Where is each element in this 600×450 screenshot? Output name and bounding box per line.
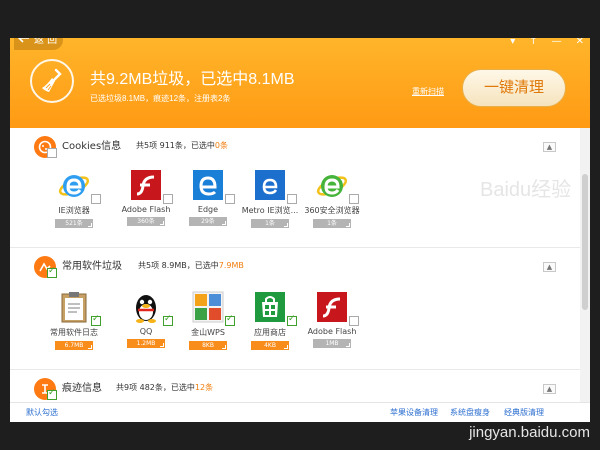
section-traces: 痕迹信息 共9项 482条，已选中12条 ▲ [10,370,580,402]
broom-icon [30,59,74,103]
junk-total-headline: 共9.2MB垃圾，已选中8.1MB [90,71,295,88]
footer-bar: 默认勾选 苹果设备清理 系统盘瘦身 经典版清理 [10,402,590,422]
item-checkbox[interactable] [349,194,359,204]
close-icon[interactable]: ✕ [576,38,584,47]
system-disk-slim-link[interactable]: 系统盘瘦身 [450,407,490,418]
item-label: QQ [139,327,153,336]
item-label: Edge [197,205,219,214]
wps-icon [191,290,235,326]
item-software-log[interactable]: 常用软件日志 6.7MB [42,290,106,350]
item-adobe-flash[interactable]: Adobe Flash 360条 [114,168,178,226]
baidu-watermark: Baidu经验 [480,179,572,201]
result-header: 返 回 ▾ ↑ — ✕ 共9.2MB垃圾，已选中8.1MB 已选垃圾8.1MB，… [10,38,590,128]
back-button[interactable]: 返 回 [14,38,64,50]
flash-icon [315,290,359,326]
item-qq[interactable]: QQ 1.2MB [114,290,178,348]
item-size-badge[interactable]: 29条 [189,217,227,226]
one-click-clean-button[interactable]: 一键清理 [462,69,566,107]
section-common-software: 常用软件垃圾 共5项 8.9MB，已选中7.9MB ▲ 常用软件日志 6.7MB [10,248,580,370]
cleaner-window: 返 回 ▾ ↑ — ✕ 共9.2MB垃圾，已选中8.1MB 已选垃圾8.1MB，… [10,38,590,422]
item-size-badge[interactable]: 1条 [313,219,351,228]
item-size-badge[interactable]: 6.7MB [55,341,93,350]
junk-detail-subline: 已选垃圾8.1MB，痕迹12条，注册表2条 [90,94,231,103]
flash-icon [129,168,173,204]
item-ie-browser[interactable]: IE浏览器 521条 [42,168,106,228]
section-checkbox[interactable] [47,148,57,158]
section-checkbox[interactable] [47,266,57,278]
item-size-badge[interactable]: 4KB [251,341,289,350]
section-summary: 共5项 8.9MB，已选中7.9MB [138,261,244,270]
item-360-browser[interactable]: 360安全浏览器 1条 [300,168,364,228]
store-icon [253,290,297,326]
item-checkbox[interactable] [349,316,359,326]
item-label: Adobe Flash [121,205,171,214]
ie-icon [57,168,101,204]
item-edge[interactable]: Edge 29条 [176,168,240,226]
item-checkbox[interactable] [163,314,173,326]
item-size-badge[interactable]: 1MB [313,339,351,348]
item-checkbox[interactable] [163,194,173,204]
qq-penguin-icon [129,290,173,326]
section-summary: 共5项 911条，已选中0条 [136,141,228,150]
minimize-icon[interactable]: — [552,38,562,47]
item-label: 金山WPS [191,328,225,337]
item-label: 常用软件日志 [50,328,98,337]
item-label: IE浏览器 [58,206,90,215]
section-title: Cookies信息 [62,141,122,152]
item-checkbox[interactable] [225,314,235,326]
item-checkbox[interactable] [225,194,235,204]
collapse-button[interactable]: ▲ [543,262,556,272]
item-adobe-flash-2[interactable]: Adobe Flash 1MB [300,290,364,348]
back-arrow-icon [17,38,30,50]
item-size-badge[interactable]: 8KB [189,341,227,350]
metro-ie-icon [253,168,297,204]
item-label: 应用商店 [254,328,286,337]
skin-icon[interactable]: ↑ [529,38,537,47]
item-checkbox[interactable] [91,194,101,204]
item-checkbox[interactable] [287,314,297,326]
section-title: 痕迹信息 [62,383,102,394]
scan-results-list: Cookies信息 共5项 911条，已选中0条 ▲ IE浏览器 521条 Ad… [10,128,580,402]
item-checkbox[interactable] [91,314,101,326]
scrollbar[interactable] [580,128,590,402]
menu-icon[interactable]: ▾ [510,38,515,47]
scrollbar-thumb[interactable] [582,174,588,310]
section-checkbox[interactable] [47,388,57,400]
rescan-link[interactable]: 重新扫描 [412,86,444,97]
collapse-button[interactable]: ▲ [543,384,556,394]
item-size-badge[interactable]: 360条 [127,217,165,226]
item-metro-ie[interactable]: Metro IE浏览... 1条 [238,168,302,228]
edge-icon [191,168,235,204]
item-label: Adobe Flash [307,327,357,336]
item-size-badge[interactable]: 1条 [251,219,289,228]
window-controls: ▾ ↑ — ✕ [510,38,584,47]
section-summary: 共9项 482条，已选中12条 [116,383,214,392]
item-label: 360安全浏览器 [304,206,360,215]
item-wps[interactable]: 金山WPS 8KB [176,290,240,350]
item-size-badge[interactable]: 1.2MB [127,339,165,348]
item-app-store[interactable]: 应用商店 4KB [238,290,302,350]
collapse-button[interactable]: ▲ [543,142,556,152]
item-size-badge[interactable]: 521条 [55,219,93,228]
item-checkbox[interactable] [287,194,297,204]
back-label: 返 回 [34,38,58,46]
apple-device-clean-link[interactable]: 苹果设备清理 [390,407,438,418]
360-browser-icon [315,168,359,204]
classic-clean-link[interactable]: 经典版清理 [504,407,544,418]
item-label: Metro IE浏览... [241,206,299,215]
clipboard-icon [57,290,101,326]
default-check-link[interactable]: 默认勾选 [26,407,58,418]
site-watermark: jingyan.baidu.com [469,424,590,441]
section-title: 常用软件垃圾 [62,261,122,272]
